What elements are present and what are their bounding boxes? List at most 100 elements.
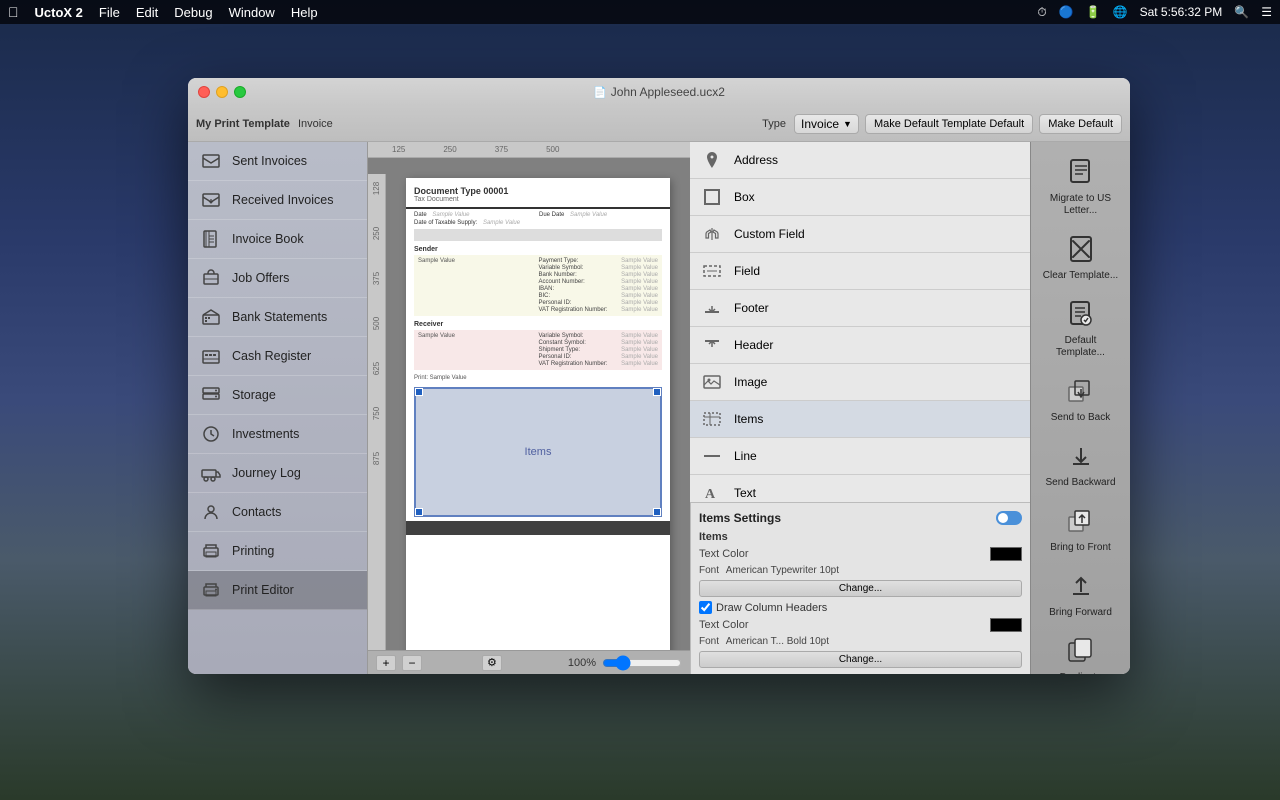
settings-toggle[interactable] [996,511,1022,525]
element-box[interactable]: Box [690,179,1030,216]
sidebar-item-invoice-book[interactable]: Invoice Book [188,220,367,259]
action-label-send-to-back: Send to Back [1051,412,1110,424]
sidebar-label-sent-invoices: Sent Invoices [232,154,307,168]
make-default-template-button[interactable]: Make Default Template Default [865,114,1033,134]
canvas-scroll[interactable]: Document Type 00001 Tax Document Date Sa… [368,158,690,650]
sidebar-item-print-editor[interactable]: Print Editor [188,571,367,610]
custom-field-icon [700,222,724,246]
action-send-backward[interactable]: Send Backward [1037,434,1124,493]
main-window: 📄 John Appleseed.ucx2 My Print Template … [188,78,1130,674]
field-icon [700,259,724,283]
header-icon [700,333,724,357]
search-icon[interactable]: 🔍 [1234,5,1249,19]
make-default-button[interactable]: Make Default [1039,114,1122,134]
settings-col-font-row: Font American T... Bold 10pt [699,636,1022,647]
text-color-swatch[interactable] [990,547,1022,561]
storage-icon [200,384,222,406]
sidebar-item-investments[interactable]: Investments [188,415,367,454]
battery-icon: 🔋 [1086,5,1101,19]
settings-panel: Items Settings Items Text Color Font Ame… [690,502,1030,674]
sidebar-item-journey-log[interactable]: Journey Log [188,454,367,493]
element-line[interactable]: Line [690,438,1030,475]
toolbar-template-label: My Print Template [196,118,290,130]
toolbar-template-sub: Invoice [298,118,333,130]
action-bring-to-front[interactable]: Bring to Front [1037,499,1124,558]
receiver-table: Sample Value Variable Symbol:Sample Valu… [418,333,658,367]
type-select[interactable]: Invoice ▼ [794,114,859,134]
journey-log-icon [200,462,222,484]
menu-edit[interactable]: Edit [136,5,158,20]
menu-file[interactable]: File [99,5,120,20]
element-items[interactable]: Items [690,401,1030,438]
menu-window[interactable]: Window [229,5,275,20]
minimize-button[interactable] [216,86,228,98]
action-migrate[interactable]: Migrate to US Letter... [1037,150,1124,221]
time-machine-icon: ⏱ [1037,5,1046,20]
add-element-button[interactable]: + [376,655,396,671]
sidebar-item-bank-statements[interactable]: Bank Statements [188,298,367,337]
resize-handle-br[interactable] [653,508,661,516]
printing-icon [200,540,222,562]
sidebar-label-job-offers: Job Offers [232,271,289,285]
sidebar-item-received-invoices[interactable]: Received Invoices [188,181,367,220]
document-page: Document Type 00001 Tax Document Date Sa… [406,178,670,650]
action-send-to-back[interactable]: Send to Back [1037,369,1124,428]
duplicate-icon [1063,633,1099,669]
sidebar-item-storage[interactable]: Storage [188,376,367,415]
app-name: UctoX 2 [35,5,83,20]
resize-handle-bl[interactable] [415,508,423,516]
apple-menu[interactable]:  [8,4,19,20]
sidebar-item-contacts[interactable]: Contacts [188,493,367,532]
default-template-icon [1063,296,1099,332]
notification-icon[interactable]: ☰ [1261,5,1272,19]
items-area[interactable]: Items [414,387,662,517]
element-field[interactable]: Field [690,253,1030,290]
clock: Sat 5:56:32 PM [1140,5,1223,19]
change-font-button[interactable]: Change... [699,580,1022,597]
menu-debug[interactable]: Debug [174,5,212,20]
menubar-left:  UctoX 2 File Edit Debug Window Help [8,4,318,20]
resize-handle-tl[interactable] [415,388,423,396]
change-col-font-button[interactable]: Change... [699,651,1022,668]
zoom-slider[interactable] [602,655,682,671]
remove-element-button[interactable]: − [402,655,422,671]
font-label: Font [699,565,719,576]
sidebar-item-printing[interactable]: Printing [188,532,367,571]
draw-col-headers-checkbox[interactable] [699,601,712,614]
sender-table: Sample Value Payment Type:Sample Value V… [418,258,658,313]
resize-handle-tr[interactable] [653,388,661,396]
element-address[interactable]: Address [690,142,1030,179]
element-custom-field[interactable]: Custom Field [690,216,1030,253]
items-icon [700,407,724,431]
col-text-color-swatch[interactable] [990,618,1022,632]
sidebar-item-cash-register[interactable]: Cash Register [188,337,367,376]
settings-header: Items Settings [699,511,1022,525]
sidebar-item-job-offers[interactable]: Job Offers [188,259,367,298]
element-label-header: Header [734,338,773,352]
menu-help[interactable]: Help [291,5,318,20]
ruler-tick-125: 125 [392,145,405,154]
sidebar-item-sent-invoices[interactable]: Sent Invoices [188,142,367,181]
action-default-template[interactable]: Default Template... [1037,292,1124,363]
right-section: Address Box Custom Field [690,142,1030,674]
element-text[interactable]: A Text [690,475,1030,502]
close-button[interactable] [198,86,210,98]
doc-footer-band [406,521,670,535]
action-bring-forward[interactable]: Bring Forward [1037,564,1124,623]
font-value: American Typewriter 10pt [726,565,839,576]
element-header[interactable]: Header [690,327,1030,364]
settings-button[interactable]: ⚙ [482,655,502,671]
element-footer[interactable]: Footer [690,290,1030,327]
doc-dates: Date Sample Value Due Date Sample Value … [406,209,670,229]
toolbar: My Print Template Invoice Type Invoice ▼… [188,106,1130,142]
element-image[interactable]: Image [690,364,1030,401]
settings-font-row: Font American Typewriter 10pt [699,565,1022,576]
maximize-button[interactable] [234,86,246,98]
sidebar-label-printing: Printing [232,544,274,558]
send-backward-icon [1063,438,1099,474]
action-clear-template[interactable]: Clear Template... [1037,227,1124,286]
action-duplicate[interactable]: Duplicate [1037,629,1124,674]
traffic-lights [198,86,246,98]
sidebar-label-bank-statements: Bank Statements [232,310,327,324]
element-label-custom-field: Custom Field [734,227,805,241]
